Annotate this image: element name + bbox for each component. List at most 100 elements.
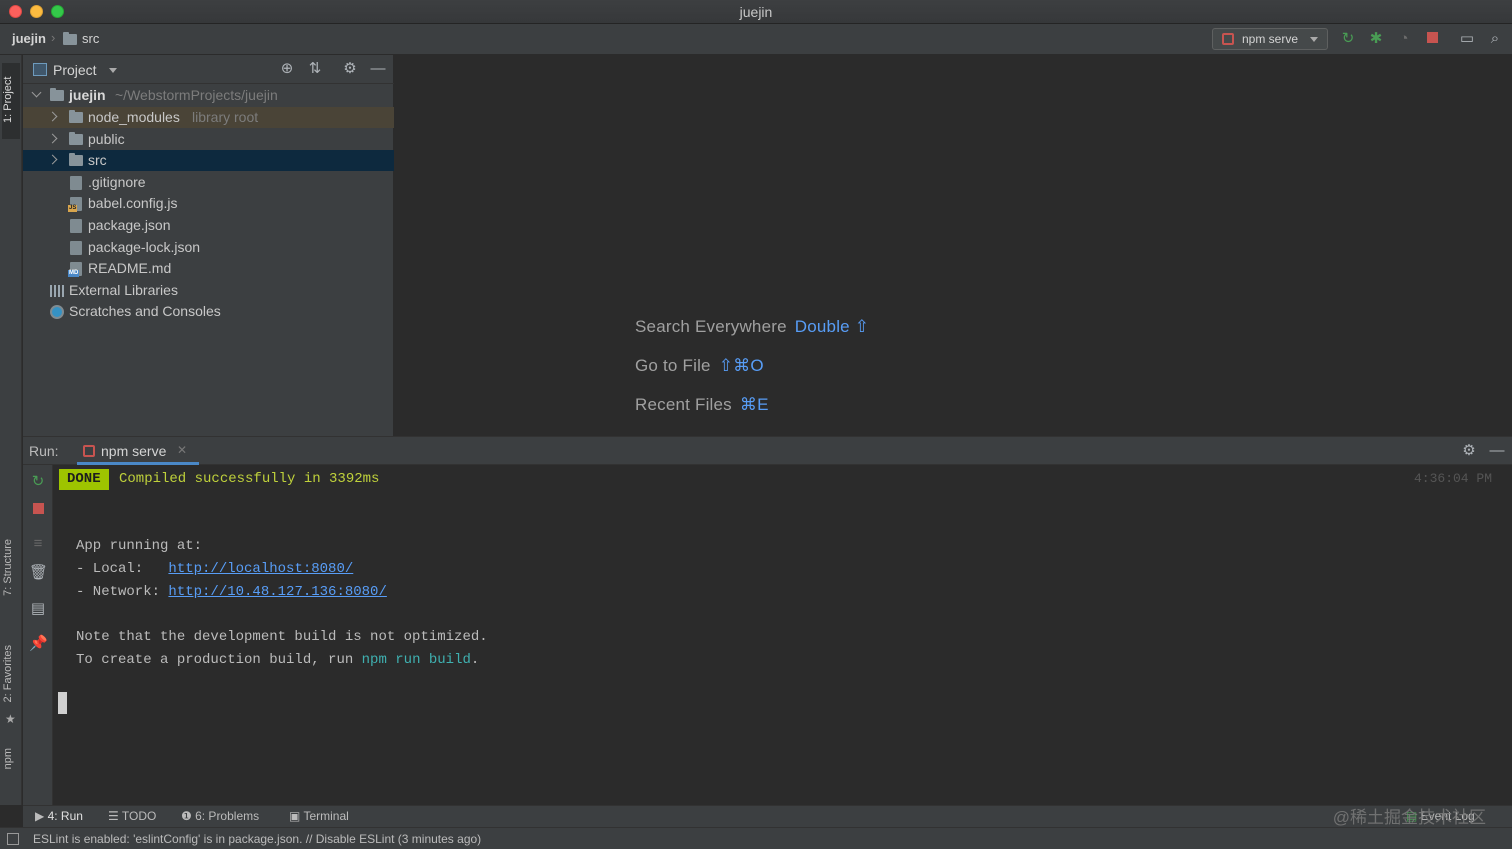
compile-status: Compiled successfully in 3392ms	[119, 471, 380, 487]
console-line-local: - Local: http://localhost:8080/	[76, 561, 353, 577]
json-file-icon	[70, 241, 82, 255]
tool-tab-problems[interactable]: ❶ 6: Problems	[181, 809, 259, 823]
hint-shortcut: ⌘E	[739, 395, 769, 414]
build-suffix: .	[470, 652, 480, 668]
tree-item-scratches[interactable]: Scratches and Consoles	[23, 301, 394, 322]
console-line-network: - Network: http://10.48.127.136:8080/	[76, 584, 387, 600]
run-configuration-select[interactable]: npm serve	[1212, 28, 1328, 50]
tree-item-package-json[interactable]: package.json	[23, 215, 394, 236]
tree-item-readme[interactable]: README.md	[23, 258, 394, 279]
folder-icon	[69, 132, 83, 145]
folder-icon	[63, 32, 77, 45]
run-configuration-label: npm serve	[1242, 32, 1299, 46]
project-view-icon	[33, 63, 47, 76]
navigation-bar: juejin › src npm serve ↻ ✱ ◔ ▭ ⌕	[0, 24, 1512, 55]
trash-icon[interactable]: 🗑	[29, 564, 48, 582]
tree-item-external-libraries[interactable]: External Libraries	[23, 280, 394, 301]
hint-label: Recent Files	[635, 395, 732, 414]
search-icon[interactable]: ⌕	[1486, 30, 1504, 48]
chevron-down-icon[interactable]	[109, 68, 117, 73]
project-header: Project ⊕ ⇅ ⚙ —	[23, 55, 394, 84]
tab-favorites[interactable]: 2: Favorites	[2, 645, 14, 702]
profile-icon[interactable]: ◔	[1395, 30, 1413, 48]
chevron-right-icon[interactable]	[47, 154, 58, 165]
done-badge: DONE	[59, 469, 109, 490]
markdown-file-icon	[68, 262, 82, 277]
tree-item-package-lock[interactable]: package-lock.json	[23, 237, 394, 258]
run-tab-npm-serve[interactable]: npm serve ✕	[77, 437, 199, 465]
info-icon: ❶	[181, 809, 196, 823]
collapse-all-icon[interactable]: ⇅	[306, 60, 324, 78]
close-icon[interactable]: ✕	[177, 443, 187, 457]
hint-shortcut: ⇧⌘O	[718, 356, 764, 375]
tree-item-label: .gitignore	[88, 174, 146, 190]
gear-icon[interactable]: ⚙	[341, 60, 359, 78]
minimize-window-button[interactable]	[30, 5, 43, 18]
chevron-right-icon[interactable]	[47, 133, 58, 144]
tree-item-label: package.json	[88, 217, 171, 233]
library-icon	[50, 285, 64, 297]
tree-item-label: src	[88, 152, 107, 168]
locate-icon[interactable]: ⊕	[278, 60, 296, 78]
breadcrumb-root[interactable]: juejin	[12, 31, 46, 46]
breadcrumb-src[interactable]: src	[82, 31, 99, 46]
run-label: Run:	[29, 443, 59, 459]
debug-icon[interactable]: ✱	[1367, 30, 1385, 48]
rerun-icon[interactable]: ↻	[29, 473, 47, 491]
tab-npm-label: npm	[2, 748, 14, 770]
stop-icon[interactable]	[29, 501, 47, 519]
stop-icon[interactable]	[1423, 30, 1441, 48]
terminal-icon: ▣	[289, 809, 304, 823]
tree-item-label: External Libraries	[69, 282, 178, 298]
zoom-window-button[interactable]	[51, 5, 64, 18]
tool-tab-run[interactable]: ▶ 4: Run	[35, 809, 83, 823]
tab-structure[interactable]: 7: Structure	[2, 539, 14, 596]
tree-item-node-modules[interactable]: node_modules library root	[23, 107, 394, 128]
tab-project[interactable]: 1: Project	[2, 63, 20, 139]
hint-search-everywhere: Search Everywhere Double ⇧	[635, 317, 869, 337]
hint-label: Search Everywhere	[635, 317, 787, 336]
console-line-app-running: App running at:	[76, 538, 203, 554]
chevron-right-icon[interactable]	[47, 111, 58, 122]
hint-recent-files: Recent Files ⌘E	[635, 395, 769, 415]
hide-icon[interactable]: —	[369, 60, 387, 78]
tool-tab-todo[interactable]: ☰ TODO	[108, 809, 156, 823]
tree-item-babel-config[interactable]: babel.config.js	[23, 193, 394, 214]
tool-tab-terminal[interactable]: ▣ Terminal	[289, 809, 349, 823]
soft-wrap-icon[interactable]: ≡	[29, 535, 47, 553]
toggle-tool-windows-icon[interactable]	[7, 833, 19, 845]
timestamp: 4:36:04 PM	[1413, 471, 1492, 486]
tree-item-label: package-lock.json	[88, 239, 201, 255]
bottom-tool-bar: ▶ 4: Run ☰ TODO ❶ 6: Problems ▣ Terminal…	[23, 805, 1512, 827]
pin-icon[interactable]: 📌	[29, 635, 48, 653]
folder-icon	[69, 153, 83, 166]
layout-icon[interactable]: ▤	[29, 600, 47, 618]
tree-item-label: Scratches and Consoles	[69, 303, 221, 319]
tool-tab-run-label: 4: Run	[47, 809, 83, 823]
play-icon: ▶	[35, 809, 48, 823]
rerun-icon[interactable]: ↻	[1339, 30, 1357, 48]
tab-npm[interactable]: npm	[2, 748, 14, 769]
status-message[interactable]: ESLint is enabled: 'eslintConfig' is in …	[33, 832, 481, 846]
console-output[interactable]: DONE Compiled successfully in 3392ms 4:3…	[54, 465, 1512, 805]
scratches-icon	[50, 305, 64, 319]
tree-item-juejin[interactable]: juejin ~/WebstormProjects/juejin	[23, 85, 394, 106]
close-window-button[interactable]	[9, 5, 22, 18]
project-structure-icon[interactable]: ▭	[1458, 30, 1476, 48]
tree-item-src[interactable]: src	[23, 150, 394, 171]
network-url-link[interactable]: http://10.48.127.136:8080/	[168, 584, 386, 600]
tree-item-gitignore[interactable]: .gitignore	[23, 172, 394, 193]
json-file-icon	[70, 219, 82, 233]
editor-area[interactable]: Search Everywhere Double ⇧ Go to File ⇧⌘O …	[395, 55, 1512, 436]
tool-tab-terminal-label: Terminal	[303, 809, 349, 823]
chevron-down-icon[interactable]	[31, 87, 42, 98]
hide-icon[interactable]: —	[1488, 442, 1506, 460]
hint-go-to-file: Go to File ⇧⌘O	[635, 356, 764, 376]
tree-item-path: ~/WebstormProjects/juejin	[115, 87, 278, 103]
tab-favorites-label: 2: Favorites	[2, 645, 14, 703]
folder-icon	[69, 110, 83, 123]
project-view-select[interactable]: Project	[53, 62, 97, 78]
gear-icon[interactable]: ⚙	[1460, 442, 1478, 460]
tree-item-public[interactable]: public	[23, 129, 394, 150]
local-url-link[interactable]: http://localhost:8080/	[168, 561, 353, 577]
